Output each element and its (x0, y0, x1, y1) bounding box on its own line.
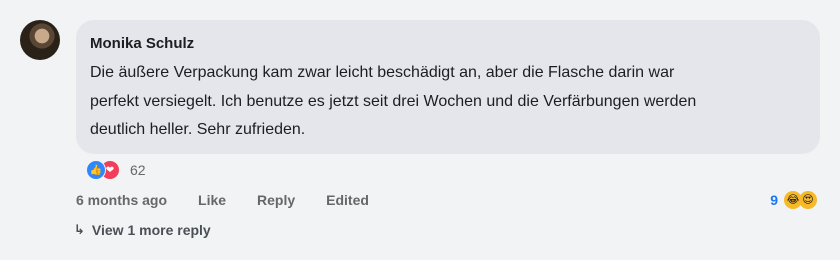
comment-actions: 6 months ago Like Reply Edited (76, 190, 400, 210)
reply-reaction-summary[interactable]: 9 😂 😍 (770, 190, 818, 210)
view-more-replies-button[interactable]: ↳ View 1 more reply (74, 220, 211, 240)
reply-button[interactable]: Reply (257, 192, 295, 208)
reaction-summary[interactable]: 👍 ❤ 62 (86, 160, 146, 180)
view-more-replies-label: View 1 more reply (91, 222, 211, 238)
laughing-emoji-icon: 😂 (784, 191, 802, 209)
edited-label[interactable]: Edited (326, 192, 369, 208)
comment-timestamp[interactable]: 6 months ago (76, 192, 167, 208)
comment-bubble: Monika Schulz Die äußere Verpackung kam … (76, 20, 820, 154)
comment-text: Die äußere Verpackung kam zwar leicht be… (90, 64, 697, 138)
reply-arrow-icon: ↳ (74, 222, 85, 237)
like-icon: 👍 (86, 160, 106, 180)
reply-reaction-count: 9 (770, 192, 778, 208)
like-button[interactable]: Like (198, 192, 226, 208)
comment-author[interactable]: Monika Schulz (90, 34, 806, 54)
reaction-count: 62 (130, 162, 146, 178)
avatar[interactable] (20, 20, 60, 60)
